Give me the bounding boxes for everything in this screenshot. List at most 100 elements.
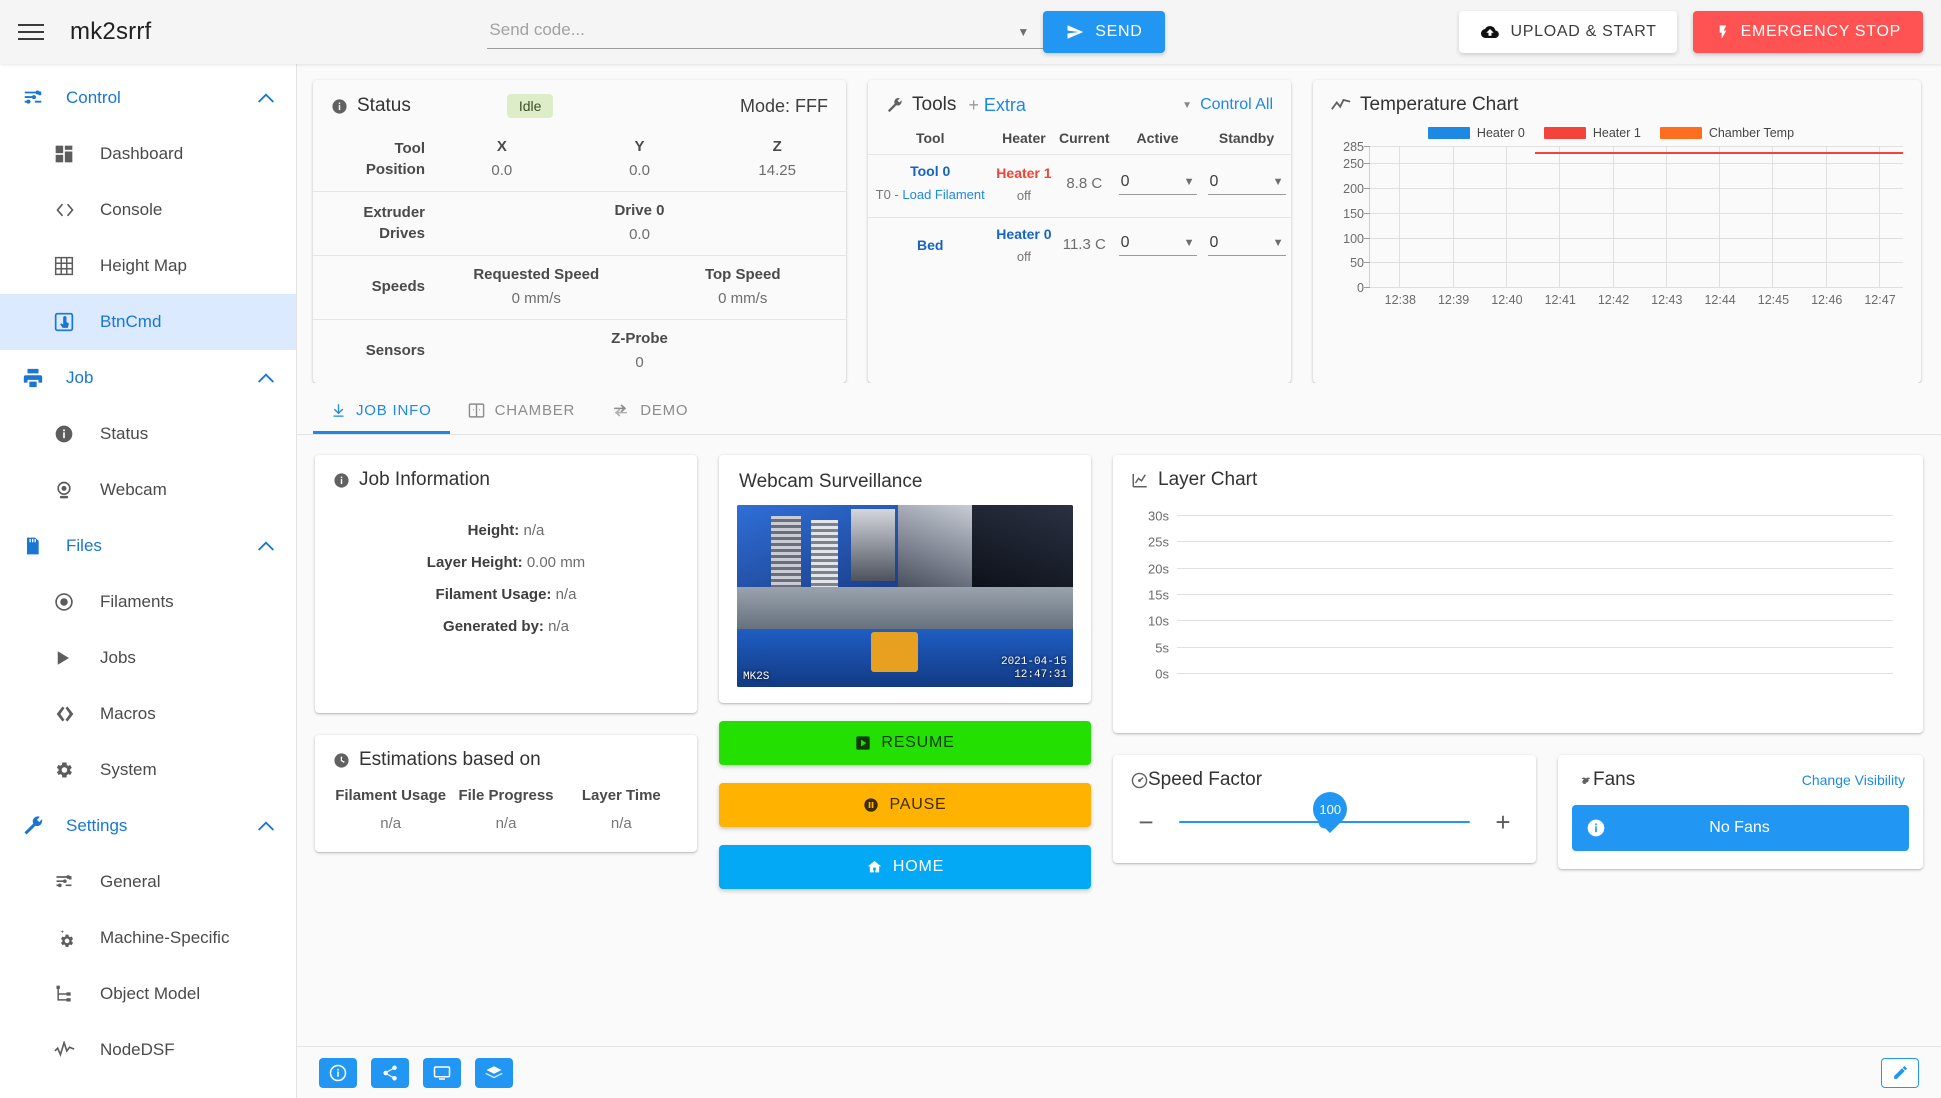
x-tick-label: 12:45 — [1758, 287, 1789, 307]
sidebar-item-label: Console — [100, 200, 162, 220]
status-cell-header: Requested Speed — [433, 266, 640, 283]
speedometer-icon — [1131, 772, 1148, 789]
sidebar-item-console[interactable]: Console — [0, 182, 296, 238]
footer-share-button[interactable] — [371, 1058, 409, 1088]
sidebar-group-files[interactable]: Files — [0, 518, 296, 574]
temperature-plot-area: 285 250 200 150 100 50 0 12:38 12:39 12:… — [1369, 146, 1903, 288]
play-icon — [855, 735, 871, 751]
heater-name[interactable]: Heater 1 — [992, 165, 1055, 181]
status-row-label-top: Sensors — [366, 341, 425, 361]
chevron-down-icon[interactable]: ▼ — [1182, 100, 1192, 111]
standby-temp-select[interactable]: 0 ▼ — [1208, 172, 1286, 195]
layer-chart-header: Layer Chart — [1113, 455, 1923, 501]
control-all-link[interactable]: Control All — [1200, 96, 1273, 114]
standby-temp-select[interactable]: 0 ▼ — [1208, 233, 1286, 256]
pulse-icon — [54, 1041, 90, 1059]
tree-icon — [54, 984, 90, 1004]
status-cell: Y 0.0 — [571, 128, 709, 191]
increase-speed-button[interactable]: + — [1492, 809, 1514, 835]
sidebar-item-label: Height Map — [100, 256, 187, 276]
hamburger-icon[interactable] — [18, 17, 52, 47]
status-row-extruder-drives: Extruder Drives Drive 0 0.0 — [313, 191, 846, 255]
sidebar-group-control[interactable]: Control — [0, 70, 296, 126]
tool-name[interactable]: Bed — [868, 237, 992, 253]
chevron-up-icon[interactable] — [258, 821, 274, 831]
tab-demo[interactable]: DEMO — [593, 390, 706, 434]
sidebar-item-dashboard[interactable]: Dashboard — [0, 126, 296, 182]
sidebar-item-height-map[interactable]: Height Map — [0, 238, 296, 294]
sidebar-item-label: Machine-Specific — [100, 928, 229, 948]
tool-name[interactable]: Tool 0 — [868, 163, 992, 179]
estimation-value: n/a — [564, 815, 679, 832]
tools-col-standby: Standby — [1202, 126, 1291, 155]
heater-name[interactable]: Heater 0 — [992, 226, 1055, 242]
home-button[interactable]: HOME — [719, 845, 1091, 889]
status-cell-header: Y — [571, 138, 709, 155]
legend-item[interactable]: Heater 0 — [1428, 126, 1525, 140]
legend-item[interactable]: Heater 1 — [1544, 126, 1641, 140]
speed-factor-slider[interactable]: 100 — [1179, 821, 1470, 823]
webcam-image[interactable]: MK2S 2021-04-15 12:47:31 — [737, 505, 1073, 687]
chevron-up-icon[interactable] — [258, 93, 274, 103]
job-information-panel: Job Information Height: n/a Layer Height… — [315, 455, 697, 713]
upload-and-start-button[interactable]: UPLOAD & START — [1459, 11, 1677, 53]
sidebar-item-object-model[interactable]: Object Model — [0, 966, 296, 1022]
tools-panel-header: Tools + Extra ▼ Control All — [868, 80, 1291, 126]
sidebar-group-settings[interactable]: Settings — [0, 798, 296, 854]
sidebar-item-filaments[interactable]: Filaments — [0, 574, 296, 630]
gridline-v: 12:38 — [1399, 146, 1400, 287]
load-filament-link[interactable]: Load Filament — [902, 187, 984, 202]
tab-job-info[interactable]: JOB INFO — [313, 390, 450, 434]
status-panel: Status Idle Mode: FFF Tool Position — [313, 80, 846, 383]
sidebar-item-jobs[interactable]: Jobs — [0, 630, 296, 686]
job-info-line: Height: n/a — [341, 522, 671, 539]
gridline-h: 0s — [1177, 673, 1893, 674]
footer-edit-button[interactable] — [1881, 1058, 1919, 1088]
footer-info-button[interactable] — [319, 1058, 357, 1088]
emergency-stop-button[interactable]: EMERGENCY STOP — [1693, 11, 1923, 53]
sidebar-item-btncmd[interactable]: BtnCmd — [0, 294, 296, 350]
sidebar-item-macros[interactable]: Macros — [0, 686, 296, 742]
sidebar-item-webcam[interactable]: Webcam — [0, 462, 296, 518]
sidebar-group-label: Job — [66, 368, 258, 388]
demo-icon — [611, 402, 630, 419]
sidebar-item-system[interactable]: System — [0, 742, 296, 798]
footer-monitor-button[interactable] — [423, 1058, 461, 1088]
active-temp-select[interactable]: 0 ▼ — [1119, 172, 1197, 195]
status-cell: Top Speed 0 mm/s — [640, 256, 847, 319]
status-cell-value: 0.0 — [433, 162, 571, 179]
gridline-v: 12:45 — [1772, 146, 1773, 287]
pause-button[interactable]: PAUSE — [719, 783, 1091, 827]
sidebar-group-job[interactable]: Job — [0, 350, 296, 406]
tools-col-active: Active — [1113, 126, 1202, 155]
y-tick-label: 30s — [1148, 509, 1177, 524]
tab-chamber[interactable]: CHAMBER — [450, 390, 594, 434]
chevron-up-icon[interactable] — [258, 373, 274, 383]
clock-icon — [333, 752, 350, 769]
x-tick-label: 12:42 — [1598, 287, 1629, 307]
active-temp-select[interactable]: 0 ▼ — [1119, 233, 1197, 256]
chevron-up-icon[interactable] — [258, 541, 274, 551]
sidebar-item-status[interactable]: Status — [0, 406, 296, 462]
tools-extra-link[interactable]: Extra — [984, 95, 1026, 115]
tools-table-header-row: Tool Heater Current Active Standby — [868, 126, 1291, 155]
estimations-header: Estimations based on — [315, 735, 697, 781]
sidebar-item-label: Webcam — [100, 480, 167, 500]
footer-layers-button[interactable] — [475, 1058, 513, 1088]
plus-icon[interactable]: + — [968, 95, 979, 115]
app-root: mk2srrf ▼ SEND UPLOAD & START — [0, 0, 1941, 1098]
gridline-h: 50 — [1370, 262, 1903, 263]
legend-item[interactable]: Chamber Temp — [1660, 126, 1794, 140]
resume-button[interactable]: RESUME — [719, 721, 1091, 765]
send-button[interactable]: SEND — [1043, 11, 1164, 53]
sidebar-item-machine-specific[interactable]: Machine-Specific — [0, 910, 296, 966]
info-icon — [333, 472, 350, 489]
speed-factor-header: Speed Factor — [1113, 755, 1536, 795]
decrease-speed-button[interactable]: − — [1135, 809, 1157, 835]
sidebar-item-general[interactable]: General — [0, 854, 296, 910]
sidebar-item-nodedsf[interactable]: NodeDSF — [0, 1022, 296, 1078]
resume-button-label: RESUME — [881, 734, 954, 752]
speed-factor-thumb[interactable] — [1318, 816, 1331, 829]
send-code-input[interactable] — [487, 15, 1043, 49]
change-visibility-link[interactable]: Change Visibility — [1802, 772, 1905, 788]
